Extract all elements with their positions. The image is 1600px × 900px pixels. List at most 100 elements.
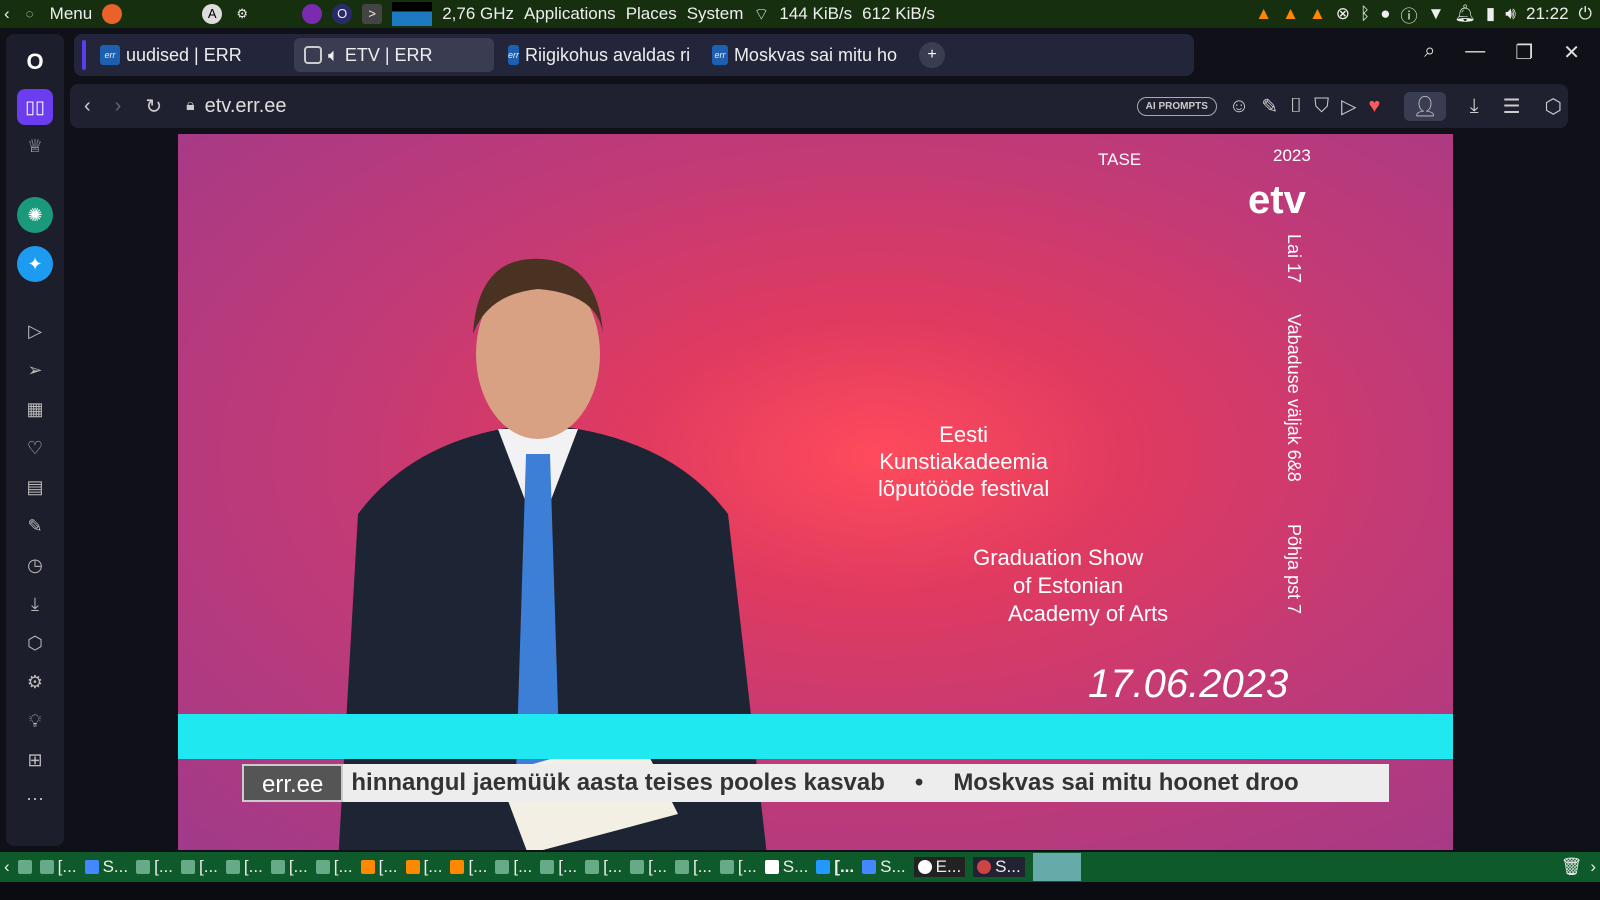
panel-left-arrow[interactable]: ‹ [4, 4, 10, 24]
taskbar-item[interactable]: [... [585, 857, 622, 877]
reload-button[interactable]: ↻ [145, 94, 162, 119]
ai-prompts-button[interactable]: AI PROMPTS [1136, 96, 1217, 116]
url-field[interactable]: etv.err.ee [205, 95, 287, 118]
battery-icon[interactable]: ▮ [1486, 4, 1495, 24]
heart-icon[interactable]: ♥ [1368, 95, 1380, 118]
power-icon[interactable]: ⏻ [1579, 4, 1592, 24]
studio-cyan-band [178, 714, 1453, 759]
shield-icon[interactable]: ⛉ [1314, 95, 1329, 118]
taskbar-item[interactable]: [... [450, 857, 487, 877]
window-controls: ⌕ — ❐ ✕ [1424, 40, 1580, 65]
settings-gears-icon[interactable]: ⚙ [232, 4, 252, 24]
opera-icon[interactable]: O [332, 4, 353, 24]
taskbar-item[interactable]: [... [405, 857, 442, 877]
emoji-icon[interactable]: ☺ [1229, 95, 1249, 118]
more-icon[interactable]: ⋯ [17, 781, 53, 817]
vlc-icon[interactable]: ▲ [1309, 4, 1326, 24]
extensions-icon[interactable]: ⬡ [17, 625, 53, 661]
applications-menu[interactable]: Applications [524, 4, 616, 24]
taskbar-item[interactable]: [... [719, 857, 757, 877]
tab-uudised[interactable]: err uudised | ERR [90, 38, 290, 72]
restore-button[interactable]: ❐ [1515, 40, 1533, 65]
taskbar-left-arrow[interactable]: ‹ [4, 857, 10, 877]
taskbar-item[interactable]: [... [630, 857, 667, 877]
app-indicator-icon[interactable]: ● [1380, 4, 1390, 24]
taskbar-item[interactable]: [... [225, 857, 263, 877]
taskbar-item[interactable]: S... [862, 857, 906, 877]
edit-icon[interactable]: ✎ [17, 508, 53, 544]
camera-icon[interactable]: ⌷ [1290, 95, 1302, 118]
accessibility-icon[interactable]: A [202, 4, 223, 24]
forward-button[interactable]: › [115, 95, 122, 118]
profile-icon[interactable]: 👤︎ [1404, 91, 1446, 121]
search-tabs-icon[interactable]: ⌕ [1424, 40, 1435, 65]
minimize-button[interactable]: — [1465, 40, 1485, 65]
settings-icon[interactable]: ⚙ [17, 664, 53, 700]
taskbar-right-arrow[interactable]: › [1590, 857, 1596, 877]
extensions-icon[interactable]: ⬡ [1545, 94, 1562, 119]
bluetooth-icon[interactable]: ᛒ [1360, 4, 1370, 24]
opera-menu-icon[interactable]: O [17, 44, 53, 80]
taskbar-item[interactable]: [... [360, 857, 398, 877]
system-menu[interactable]: System [687, 4, 744, 24]
taskbar-item[interactable]: [... [816, 857, 854, 877]
audio-icon[interactable]: 🔈︎ [328, 45, 339, 66]
download-icon[interactable]: ⤓ [1470, 95, 1479, 118]
heart-icon[interactable]: ♡ [17, 430, 53, 466]
player-icon[interactable]: ▷ [17, 313, 53, 349]
taskbar-item[interactable]: [... [270, 857, 308, 877]
taskbar-item[interactable]: [... [674, 857, 712, 877]
taskbar-item[interactable]: [... [181, 857, 218, 877]
menu-button[interactable]: Menu [50, 4, 93, 24]
info-icon[interactable]: ⓘ [1401, 2, 1418, 27]
edit-icon[interactable]: ✎ [1261, 94, 1278, 119]
xbox-icon[interactable]: ⊗ [1336, 4, 1350, 24]
taskbar-item[interactable]: E... [913, 857, 966, 877]
vlc-icon[interactable]: ▲ [1282, 4, 1299, 24]
tab-moskvas[interactable]: err Moskvas sai mitu ho [702, 38, 907, 72]
crown-icon[interactable]: ♕ [17, 128, 53, 164]
clock[interactable]: 21:22 [1526, 4, 1569, 24]
notification-icon[interactable]: 🔔︎ [1454, 4, 1476, 24]
chatgpt-icon[interactable]: ✺ [17, 197, 53, 233]
add-page-icon[interactable]: ⊞ [17, 742, 53, 778]
taskbar-item[interactable]: S... [84, 857, 128, 877]
tab-favicon-icon [304, 46, 322, 64]
taskbar-item[interactable]: S... [973, 857, 1025, 877]
taskbar-item[interactable]: [... [540, 857, 577, 877]
firefox-icon[interactable] [102, 4, 123, 24]
easy-setup-icon[interactable]: ☰ [1503, 94, 1521, 119]
volume-icon[interactable]: 🔊︎ [1505, 4, 1516, 24]
cpu-frequency[interactable]: 2,76 GHz [442, 4, 514, 24]
tab-riigikohus[interactable]: err Riigikohus avaldas ri [498, 38, 698, 72]
taskbar-item[interactable]: [... [495, 857, 532, 877]
taskbar-item-active[interactable] [1032, 853, 1081, 881]
downloads-icon[interactable]: ⤓ [17, 586, 53, 622]
speed-dial-icon[interactable]: ▦ [17, 391, 53, 427]
tab-etv[interactable]: 🔈︎ ETV | ERR [294, 38, 494, 72]
history-icon[interactable]: ◷ [17, 547, 53, 583]
places-menu[interactable]: Places [626, 4, 677, 24]
news-icon[interactable]: ▤ [17, 469, 53, 505]
taskbar-item[interactable]: [... [39, 857, 77, 877]
taskbar-item[interactable]: S... [764, 857, 808, 877]
video-player[interactable]: TASE 2023 etv Eesti Kunstiakadeemia lõputö… [178, 134, 1453, 850]
workspaces-icon[interactable]: ▯▯ [17, 89, 53, 125]
new-tab-button[interactable]: + [919, 42, 945, 68]
tips-icon[interactable]: 💡︎ [17, 703, 53, 739]
show-desktop-icon[interactable] [17, 860, 32, 874]
twitter-icon[interactable]: ✦ [17, 246, 53, 282]
wifi-icon[interactable]: ⌔ [753, 4, 769, 25]
network-icon[interactable]: ▼ [1428, 4, 1445, 24]
terminal-icon[interactable]: > [362, 4, 383, 24]
taskbar-item[interactable]: [... [315, 857, 353, 877]
trash-icon[interactable]: 🗑︎ [1561, 857, 1583, 877]
tor-icon[interactable] [302, 4, 323, 24]
vlc-icon[interactable]: ▲ [1255, 4, 1272, 24]
system-monitor-graph[interactable] [392, 2, 433, 26]
taskbar-item[interactable]: [... [136, 857, 173, 877]
send-icon[interactable]: ➢ [17, 352, 53, 388]
send-icon[interactable]: ▷ [1341, 94, 1356, 119]
close-button[interactable]: ✕ [1563, 40, 1580, 65]
back-button[interactable]: ‹ [84, 95, 91, 118]
